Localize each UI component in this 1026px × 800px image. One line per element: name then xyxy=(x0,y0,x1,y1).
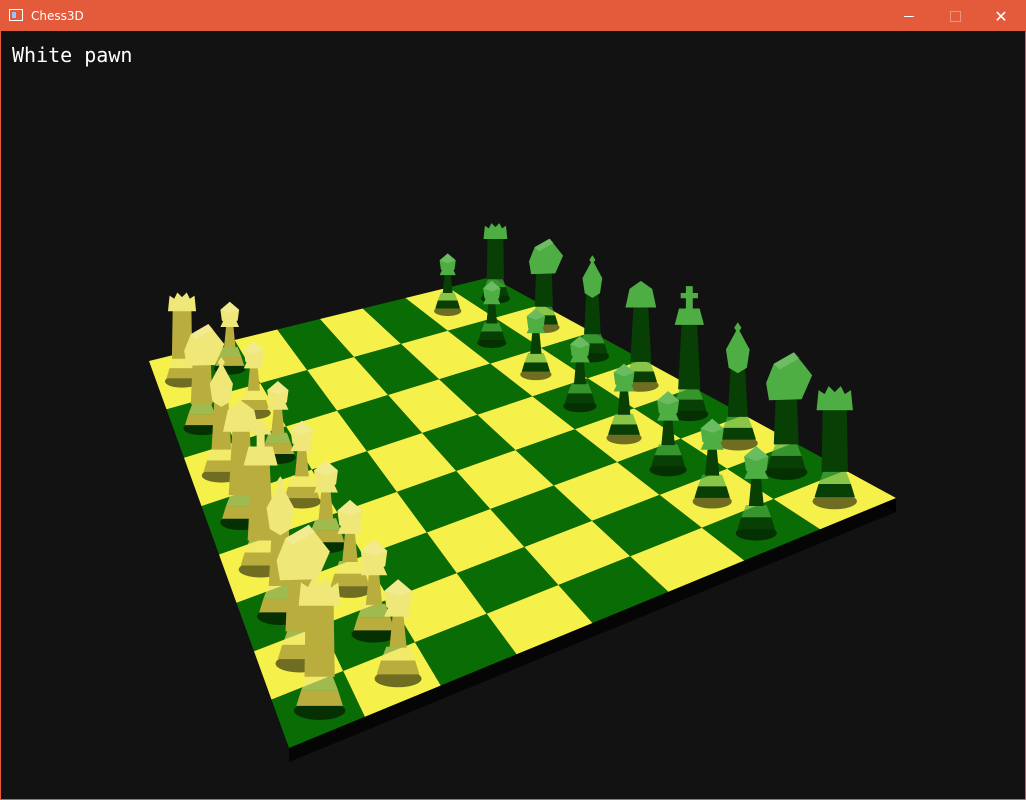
maximize-button[interactable] xyxy=(932,1,978,31)
rook-crown xyxy=(167,292,197,312)
piece-base-highlight xyxy=(188,403,216,415)
king-crown xyxy=(243,446,278,466)
pawn-stem xyxy=(224,325,236,348)
king-cross xyxy=(680,286,698,309)
king-crown xyxy=(674,308,704,325)
piece-base xyxy=(814,484,855,498)
knight-body xyxy=(534,271,554,307)
minimize-icon xyxy=(904,15,914,17)
maximize-icon xyxy=(949,10,961,22)
piece-base-highlight xyxy=(741,505,772,518)
bishop-mitre xyxy=(582,259,603,298)
knight-body xyxy=(773,397,799,445)
black-pawn[interactable] xyxy=(434,253,462,316)
piece-base-highlight xyxy=(675,388,704,400)
piece-base-highlight xyxy=(334,561,366,574)
black-rook[interactable] xyxy=(812,386,857,510)
bishop-mitre xyxy=(725,327,750,374)
rook-crown xyxy=(816,386,853,411)
piece-base-highlight xyxy=(818,470,851,485)
piece-base xyxy=(608,424,641,435)
rook-body xyxy=(821,407,848,472)
app-icon xyxy=(9,9,23,21)
close-icon: ✕ xyxy=(994,6,1008,26)
bishop-body xyxy=(727,366,748,417)
chess3d-window: Chess3D ✕ White pawn xyxy=(0,0,1026,800)
piece-base xyxy=(564,393,596,404)
piece-base xyxy=(478,331,506,341)
piece-base xyxy=(435,300,461,309)
piece-base xyxy=(353,617,395,631)
piece-base xyxy=(737,517,775,530)
knight-body xyxy=(190,363,213,405)
piece-base-highlight xyxy=(611,413,637,425)
rook-body xyxy=(486,237,505,280)
piece-base-highlight xyxy=(654,444,682,456)
close-button[interactable]: ✕ xyxy=(978,1,1024,31)
piece-base-highlight xyxy=(723,415,753,428)
king-body xyxy=(247,463,274,541)
bishop-body xyxy=(584,292,601,335)
piece-base-highlight xyxy=(697,474,727,487)
piece-base xyxy=(767,455,806,469)
piece-base-highlight xyxy=(627,361,654,372)
queen-crown xyxy=(625,280,657,308)
piece-base-highlight xyxy=(567,383,593,394)
queen-body xyxy=(630,305,652,362)
piece-base-highlight xyxy=(437,292,458,301)
piece-base xyxy=(694,486,730,498)
piece-base-highlight xyxy=(287,475,316,487)
piece-base-highlight xyxy=(524,353,548,363)
rook-crown xyxy=(483,223,508,239)
app-icon-pane xyxy=(12,12,16,18)
title-bar[interactable]: Chess3D ✕ xyxy=(1,1,1025,31)
window-title: Chess3D xyxy=(31,9,84,23)
king-body xyxy=(678,323,701,390)
minimize-button[interactable] xyxy=(886,1,932,31)
piece-base xyxy=(651,455,686,467)
piece-base xyxy=(719,427,756,440)
piece-base-highlight xyxy=(241,389,267,400)
piece-base-highlight xyxy=(300,675,339,691)
bishop-finial xyxy=(734,322,742,334)
piece-base-highlight xyxy=(380,646,416,661)
piece-base xyxy=(376,660,420,675)
chessboard-scene[interactable] xyxy=(1,31,1025,799)
piece-base xyxy=(296,690,343,706)
game-viewport[interactable]: White pawn xyxy=(1,31,1025,799)
piece-base-highlight xyxy=(770,443,802,456)
black-bishop[interactable] xyxy=(717,322,758,451)
bishop-finial xyxy=(589,255,596,265)
pawn-stem xyxy=(442,273,453,294)
piece-base-highlight xyxy=(481,322,503,332)
piece-base-highlight xyxy=(311,518,341,531)
piece-base xyxy=(521,362,551,372)
rook-body xyxy=(304,602,335,677)
